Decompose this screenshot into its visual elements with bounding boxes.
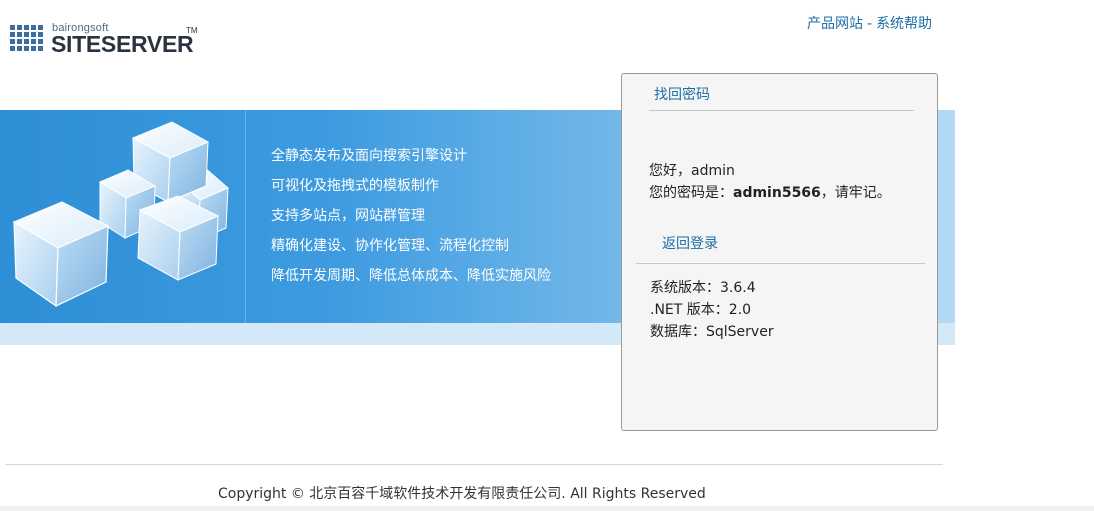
panel-info-divider	[636, 263, 925, 264]
top-links-separator: -	[867, 16, 873, 32]
feature-item: 可视化及拖拽式的模板制作	[271, 178, 439, 194]
logo-trademark: TM	[186, 26, 198, 35]
password-line: 您的密码是：admin5566，请牢记。	[649, 182, 891, 204]
product-site-link[interactable]: 产品网站	[807, 16, 863, 32]
feature-list: 全静态发布及面向搜索引擎设计 可视化及拖拽式的模板制作 支持多站点，网站群管理 …	[271, 146, 551, 296]
dotnet-version: .NET 版本：2.0	[650, 302, 752, 318]
password-value: admin5566	[733, 185, 821, 201]
feature-item: 精确化建设、协作化管理、流程化控制	[271, 238, 509, 254]
system-info: 系统版本：3.6.4 .NET 版本：2.0 数据库：SqlServer	[650, 277, 774, 343]
password-suffix: ，请牢记。	[820, 185, 891, 201]
feature-item: 降低开发周期、降低总体成本、降低实施风险	[271, 268, 551, 284]
logo-grid-icon	[10, 25, 48, 55]
password-recovery-panel: 找回密码 您好，admin 您的密码是：admin5566，请牢记。 返回登录 …	[621, 73, 938, 431]
password-message: 您好，admin 您的密码是：admin5566，请牢记。	[649, 160, 891, 204]
back-to-login-link[interactable]: 返回登录	[662, 233, 718, 253]
copyright-text: Copyright © 北京百容千域软件技术开发有限责任公司. All Righ…	[218, 486, 706, 502]
banner-divider	[245, 110, 246, 323]
greeting-text: 您好，admin	[649, 163, 735, 179]
panel-title-divider	[649, 110, 914, 111]
system-help-link[interactable]: 系统帮助	[876, 16, 932, 32]
database-type: 数据库：SqlServer	[650, 324, 774, 340]
panel-title: 找回密码	[654, 87, 710, 103]
cubes-illustration-icon	[12, 121, 229, 308]
bottom-edge	[0, 506, 1094, 511]
password-prefix: 您的密码是：	[649, 185, 733, 201]
siteserver-logo: bairongsoft SITESERVER TM	[10, 22, 200, 58]
logo-product-name: SITESERVER	[51, 31, 194, 57]
feature-item: 全静态发布及面向搜索引擎设计	[271, 148, 467, 164]
system-version: 系统版本：3.6.4	[650, 280, 756, 296]
page: bairongsoft SITESERVER TM 产品网站 - 系统帮助 全静…	[0, 0, 1094, 511]
footer-divider	[5, 464, 943, 465]
top-links: 产品网站 - 系统帮助	[807, 13, 932, 33]
feature-item: 支持多站点，网站群管理	[271, 208, 425, 224]
